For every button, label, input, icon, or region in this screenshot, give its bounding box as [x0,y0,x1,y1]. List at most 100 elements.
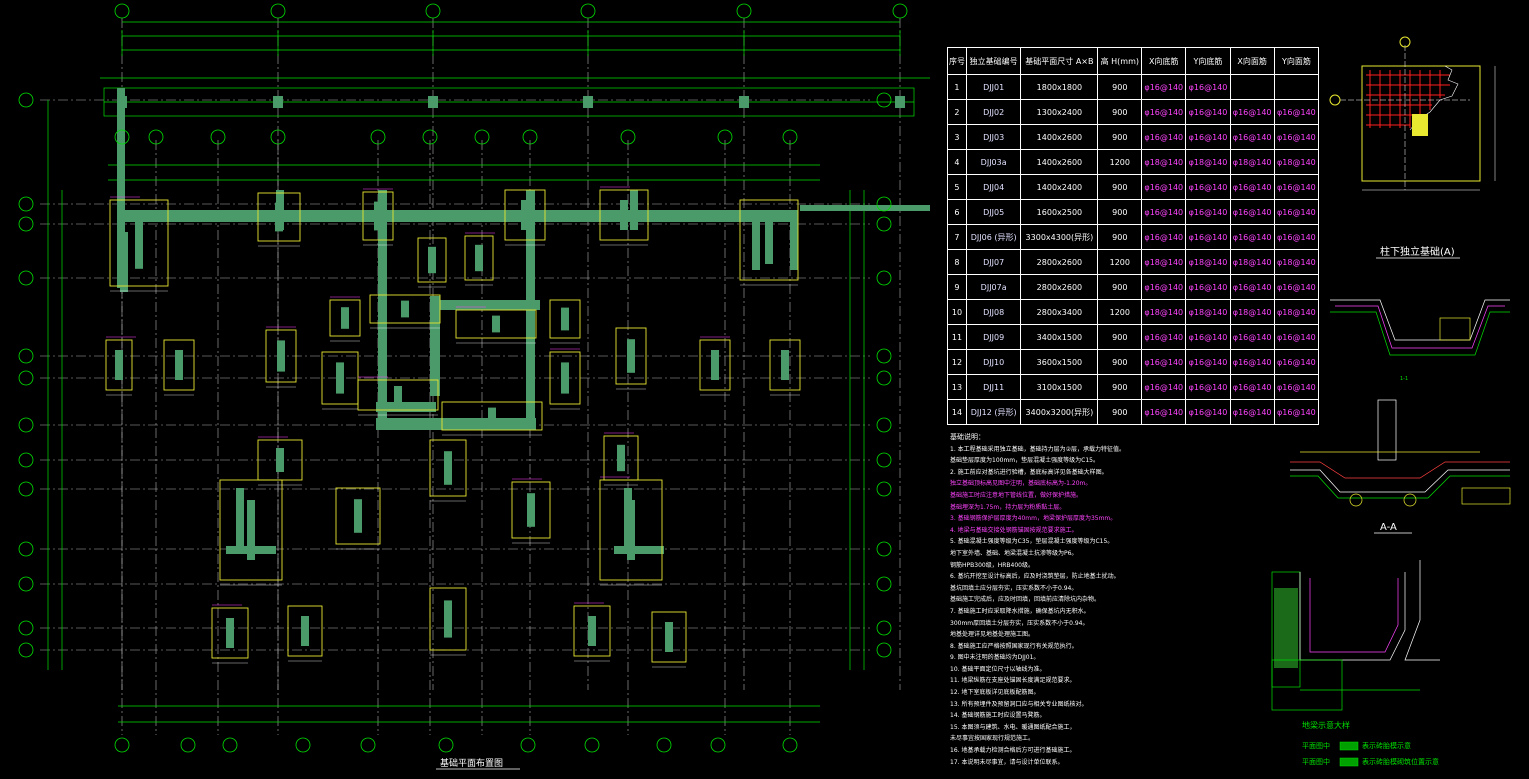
table-cell: DJJ07a [965,274,1022,300]
column [711,350,719,380]
table-row: 4 DJJ03a 1400x2600 1200 φ18@140 φ18@140 φ18@14… [947,149,1320,175]
table-cell: 3400x3200(异形) [1020,399,1099,425]
svg-text:1-1: 1-1 [1400,376,1408,382]
ground-beam [118,210,798,222]
table-cell: 900 [1097,224,1143,250]
axis-bubble [876,620,892,636]
table-cell: φ16@140 [1185,199,1231,225]
column [275,202,283,232]
column [665,622,673,652]
table-cell: 14 [947,399,967,425]
axis-bubble [180,737,196,753]
ground-beam [430,300,540,310]
table-cell: φ16@140 [1141,124,1187,150]
axis-bubble [18,481,34,497]
note-line: 300mm厚回填土分层夯实，压实系数不小于0.94。 [950,619,1089,627]
table-row: 3 DJJ03 1400x2600 900 φ16@140 φ16@140 φ16@140 φ… [947,124,1320,150]
column [475,244,483,272]
note-line: 3. 基础钢筋保护层厚度为40mm，地梁保护层厚度为35mm。 [950,515,1117,523]
table-row: 10 DJJ08 2800x3400 1200 φ18@140 φ18@140 φ18@14… [947,299,1320,325]
table-cell: DJJ11 [965,374,1022,400]
table-cell: φ16@140 [1229,274,1275,300]
table-cell: φ16@140 [1141,99,1187,125]
column [444,600,452,638]
table-cell: 9 [947,274,967,300]
note-line: 基坑回填土应分层夯实，压实系数不小于0.94。 [950,584,1078,592]
ground-beam [120,232,128,292]
table-cell: DJJ05 [965,199,1022,225]
svg-text:表示砖胎模砌筑位置示意: 表示砖胎模砌筑位置示意 [1362,757,1439,766]
note-line: 基础垫层厚度为100mm，垫层混凝土强度等级为C15。 [950,457,1099,465]
table-cell: 1400x2600 [1020,149,1099,175]
table-cell: φ16@140 [1273,99,1320,125]
note-line: 14. 基础钢筋施工时应设置马凳筋。 [950,712,1046,720]
table-cell: 5 [947,174,967,200]
table-cell: φ16@140 [1185,324,1231,350]
table-cell: 1200 [1097,299,1143,325]
table-cell: 3 [947,124,967,150]
table-cell: φ16@140 [1273,274,1320,300]
table-cell: 900 [1097,399,1143,425]
table-cell: φ18@140 [1229,299,1275,325]
table-cell: φ16@140 [1141,74,1187,100]
table-header-cell: X向面筋 [1229,47,1275,75]
table-cell: φ18@140 [1229,249,1275,275]
axis-bubble [18,576,34,592]
axis-bubble [892,3,908,19]
axis-bubble [295,737,311,753]
table-cell: 2800x2600 [1020,249,1099,275]
ground-beams [115,88,930,652]
table-cell: φ16@140 [1141,174,1187,200]
table-row: 2 DJJ02 1300x2400 900 φ16@140 φ16@140 φ16@140 φ… [947,99,1320,125]
table-cell: 7 [947,224,967,250]
axis-bubble [584,737,600,753]
table-row: 14 DJJ12 (异形) 3400x3200(异形) 900 φ16@140 φ16@1… [947,399,1320,425]
detail-title-a: 柱下独立基础(A) [1380,245,1455,258]
note-line: 1. 本工程基础采用独立基础，基础持力层为②层，承载力特征值。 [950,445,1126,453]
axis-bubble [18,196,34,212]
note-line: 15. 本图须与建筑、水电、暖通图纸配合施工， [950,723,1076,731]
table-cell: φ16@140 [1141,399,1187,425]
table-header-cell: X向底筋 [1141,47,1187,75]
table-row: 13 DJJ11 3100x1500 900 φ16@140 φ16@140 φ16@140… [947,374,1320,400]
column [175,350,183,380]
column [117,96,127,108]
column [895,96,905,108]
column [765,216,773,264]
table-cell: φ16@140 [1273,399,1320,425]
column [444,451,452,485]
detail-section-1 [1330,299,1510,356]
note-line: 5. 基础混凝土强度等级为C35，垫层混凝土强度等级为C15。 [950,538,1114,546]
table-cell: φ18@140 [1273,149,1320,175]
axis-bubble [876,370,892,386]
table-cell: φ16@140 [1185,99,1231,125]
table-cell: 12 [947,349,967,375]
table-cell: φ18@140 [1185,149,1231,175]
column [627,339,635,373]
table-cell: φ16@140 [1229,324,1275,350]
table-cell: 3600x1500 [1020,349,1099,375]
table-cell: 1400x2400 [1020,174,1099,200]
table-cell [1273,74,1320,100]
table-cell: 900 [1097,99,1143,125]
column [588,616,596,646]
table-cell: φ16@140 [1141,324,1187,350]
note-line: 基础施工时应注意地下管线位置，做好保护措施。 [950,491,1083,499]
table-cell: φ16@140 [1273,199,1320,225]
note-line: 地基处理详见地基处理施工图。 [950,631,1035,639]
table-cell: 8 [947,249,967,275]
table-cell: 900 [1097,74,1143,100]
column [273,96,283,108]
table-cell: φ16@140 [1185,124,1231,150]
table-cell: φ18@140 [1141,249,1187,275]
axis-grid [40,18,901,735]
table-cell: 2800x3400 [1020,299,1099,325]
table-row: 7 DJJ06 (异形) 3300x4300(异形) 900 φ16@140 φ16@14… [947,224,1320,250]
table-cell: 900 [1097,274,1143,300]
note-line: 6. 基坑开挖至设计标高后，应及时浇筑垫层，防止地基土扰动。 [950,573,1120,581]
table-cell: 10 [947,299,967,325]
note-line: 4. 地梁与基础交接处钢筋锚固按规范要求施工。 [950,526,1078,534]
svg-text:平面图中: 平面图中 [1302,757,1330,766]
column [115,350,123,380]
table-cell: φ16@140 [1229,374,1275,400]
